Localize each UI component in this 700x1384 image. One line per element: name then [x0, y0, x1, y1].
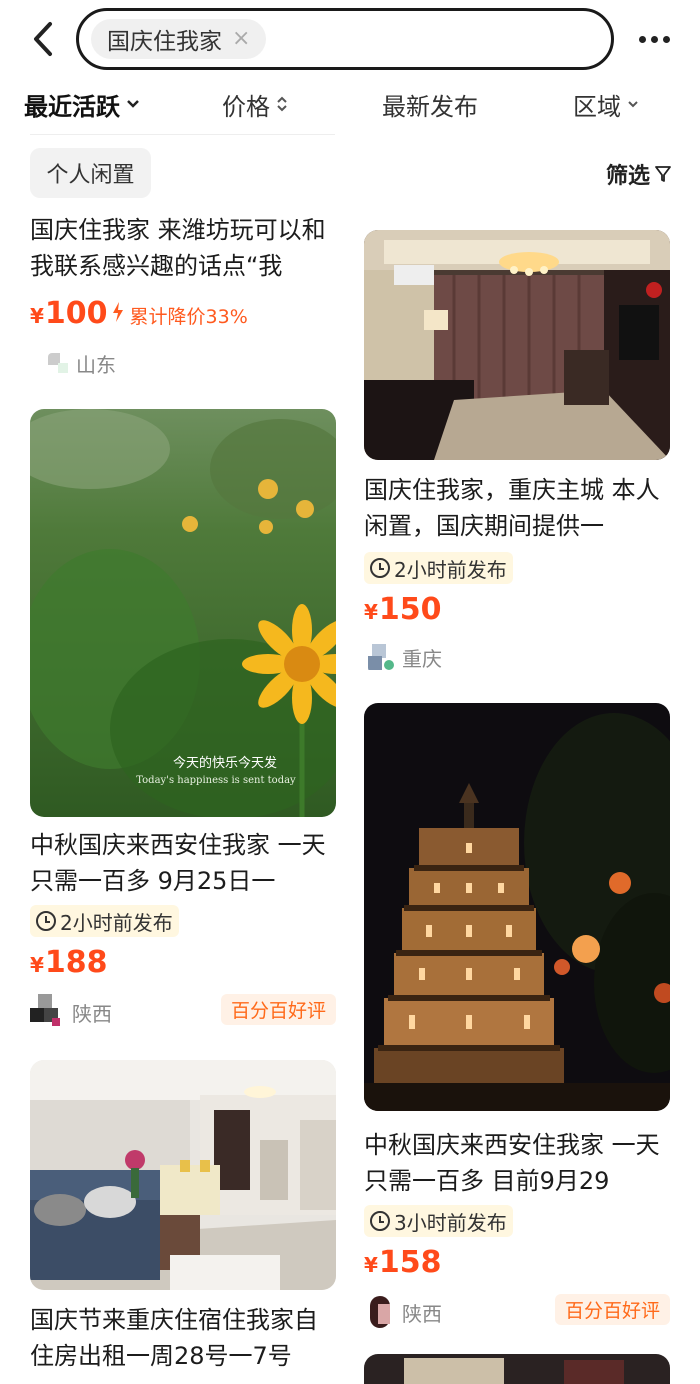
time-badge: 2小时前发布: [30, 905, 179, 937]
listing-image: [364, 703, 670, 1111]
listing-card[interactable]: 今天的快乐今天发 Today's happiness is sent today…: [30, 409, 336, 1030]
listing-title: 中秋国庆来西安住我家 一天只需一百多 目前9月29: [364, 1131, 660, 1195]
image-caption-cn: 今天的快乐今天发: [173, 755, 277, 771]
sort-newest[interactable]: 最新发布: [382, 84, 478, 124]
positive-review-badge: 百分百好评: [220, 994, 336, 1025]
time-posted: 3小时前发布: [364, 1205, 670, 1237]
price-amount: 188: [44, 945, 108, 980]
clock-icon: [370, 558, 390, 578]
clear-query-icon[interactable]: ×: [232, 28, 250, 50]
avatar: [48, 352, 70, 375]
seller-region: 重庆: [402, 647, 442, 671]
listing-title: 国庆住我家，重庆主城 本人闲置，国庆期间提供一: [364, 476, 660, 540]
currency-symbol: ¥: [30, 953, 44, 977]
lightning-icon: [112, 302, 123, 322]
currency-symbol: ¥: [364, 1253, 378, 1277]
chevron-down-icon: [628, 101, 638, 108]
listing-card[interactable]: 中秋国庆来西安住我家 一天只需一百多 目前9月29 3小时前发布 ¥ 158 陕…: [364, 703, 670, 1330]
seller-info: 重庆: [368, 643, 670, 672]
search-query-text: 国庆住我家: [107, 29, 222, 55]
search-input[interactable]: 国庆住我家 ×: [76, 8, 614, 70]
listing-card[interactable]: 国庆住我家，重庆主城 本人闲置，国庆期间提供一 2小时前发布 ¥ 150 重庆: [364, 230, 670, 672]
listing-image: [30, 1060, 336, 1290]
seller-info: 陕西 百分百好评: [30, 994, 336, 1030]
listing-image: 今天的快乐今天发 Today's happiness is sent today: [30, 409, 336, 817]
sort-price-label: 价格: [222, 92, 270, 121]
seller-region: 陕西: [402, 1301, 442, 1326]
sort-updown-icon: [277, 96, 287, 112]
time-text: 2小时前发布: [60, 910, 173, 935]
listing-title: 中秋国庆来西安住我家 一天只需一百多 9月25日一: [30, 831, 326, 895]
listing-price: ¥ 158: [364, 1245, 670, 1280]
search-query-chip[interactable]: 国庆住我家 ×: [91, 19, 267, 59]
listing-card[interactable]: 国庆住我家 来潍坊玩可以和我联系感兴趣的话点“我 ¥ 100 累计降价33% 山…: [30, 212, 336, 378]
listing-card[interactable]: 国庆节来重庆住宿住我家自住房出租一周28号一7号: [30, 1060, 336, 1374]
filter-button-label: 筛选: [606, 164, 651, 189]
filter-button[interactable]: 筛选: [606, 158, 672, 190]
listing-price: ¥ 100 累计降价33%: [30, 296, 336, 331]
image-caption-en: Today's happiness is sent today: [136, 775, 296, 786]
seller-info: 山东: [48, 349, 336, 378]
search-header: 国庆住我家 ×: [0, 0, 700, 76]
time-text: 3小时前发布: [394, 1210, 507, 1235]
seller-region: 陕西: [72, 1001, 112, 1026]
funnel-icon: [655, 166, 671, 182]
time-posted: 2小时前发布: [364, 552, 670, 584]
listing-title: 国庆节来重庆住宿住我家自住房出租一周28号一7号: [30, 1306, 318, 1370]
more-options-icon[interactable]: [630, 22, 678, 56]
price-amount: 100: [44, 296, 108, 331]
sort-newest-label: 最新发布: [382, 92, 478, 121]
listing-title: 国庆住我家 来潍坊玩可以和我联系感兴趣的话点“我: [30, 216, 326, 280]
back-arrow-icon[interactable]: [22, 14, 66, 64]
sort-filter-bar: 最近活跃 价格 最新发布 区域: [0, 76, 700, 132]
listing-price: ¥ 188: [30, 945, 336, 980]
sort-recent-active[interactable]: 最近活跃: [24, 84, 140, 124]
listing-image-partial[interactable]: [364, 1354, 670, 1384]
divider: [30, 134, 335, 135]
seller-region: 山东: [76, 353, 116, 377]
time-text: 2小时前发布: [394, 557, 507, 582]
time-badge: 2小时前发布: [364, 552, 513, 584]
personal-idle-tag[interactable]: 个人闲置: [30, 148, 151, 198]
time-posted: 2小时前发布: [30, 905, 336, 937]
price-amount: 150: [378, 592, 442, 627]
filter-region-label: 区域: [573, 92, 621, 121]
currency-symbol: ¥: [30, 304, 44, 328]
sort-price[interactable]: 价格: [222, 84, 288, 124]
sort-recent-active-label: 最近活跃: [24, 92, 120, 121]
clock-icon: [370, 1211, 390, 1231]
price-amount: 158: [378, 1245, 442, 1280]
chevron-down-icon: [127, 100, 139, 108]
currency-symbol: ¥: [364, 600, 378, 624]
listing-price: ¥ 150: [364, 592, 670, 627]
positive-review-badge: 百分百好评: [554, 1294, 670, 1325]
listing-image: [364, 230, 670, 460]
avatar: [30, 994, 66, 1030]
filter-region[interactable]: 区域: [573, 84, 639, 124]
clock-icon: [36, 911, 56, 931]
avatar: [364, 1294, 396, 1330]
time-badge: 3小时前发布: [364, 1205, 513, 1237]
price-cut-text: 累计降价33%: [129, 306, 248, 328]
seller-info: 陕西 百分百好评: [364, 1294, 670, 1330]
avatar: [368, 643, 396, 672]
